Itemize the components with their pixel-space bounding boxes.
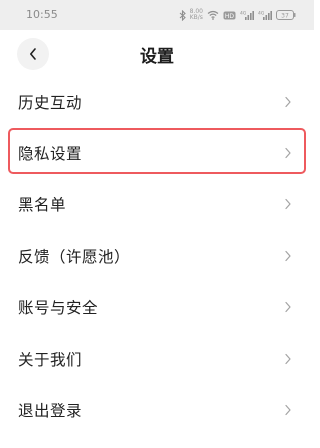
status-bar: 10:55 8.00 KB/s HD 4G 4G 37 <box>0 0 314 30</box>
hd-badge: HD <box>223 11 236 20</box>
menu-item-privacy-settings[interactable]: 隐私设置 <box>0 127 314 178</box>
menu-item-label: 历史互动 <box>18 93 83 112</box>
chevron-right-icon <box>285 199 291 210</box>
battery-level: 37 <box>281 12 289 19</box>
chevron-right-icon <box>285 302 291 313</box>
battery-icon: 37 <box>276 10 296 20</box>
header: 设置 <box>0 30 314 76</box>
net-speed-unit: KB/s <box>189 14 203 21</box>
chevron-right-icon <box>285 147 291 159</box>
menu-item-about-us[interactable]: 关于我们 <box>0 333 314 384</box>
chevron-right-icon <box>285 250 291 261</box>
page-title: 设置 <box>140 47 174 67</box>
menu-item-label: 隐私设置 <box>18 145 83 164</box>
menu-item-blacklist[interactable]: 黑名单 <box>0 179 314 230</box>
chevron-right-icon <box>285 404 291 416</box>
bluetooth-icon <box>179 9 186 21</box>
hd-label: HD <box>225 12 235 19</box>
signal-icon: 4G <box>240 10 254 20</box>
menu-item-logout[interactable]: 退出登录 <box>0 384 314 435</box>
settings-menu: 历史互动 隐私设置 黑名单 反馈（许愿池） 账号与安全 关于我们 退出登录 <box>0 76 314 436</box>
menu-item-label: 账号与安全 <box>18 299 99 318</box>
signal-label-2: 4G <box>258 11 265 17</box>
menu-item-feedback[interactable]: 反馈（许愿池） <box>0 230 314 281</box>
signal-icon-2: 4G <box>258 10 272 20</box>
chevron-right-icon <box>285 96 291 107</box>
menu-item-label: 关于我们 <box>18 350 83 369</box>
menu-item-label: 黑名单 <box>18 196 67 215</box>
signal-label: 4G <box>240 11 247 17</box>
status-time: 10:55 <box>26 8 58 21</box>
chevron-right-icon <box>285 353 291 364</box>
menu-item-label: 反馈（许愿池） <box>18 247 131 266</box>
net-speed: 8.00 KB/s <box>190 9 203 21</box>
menu-item-label: 退出登录 <box>18 402 83 421</box>
wifi-icon <box>207 10 219 20</box>
status-icons: 8.00 KB/s HD 4G 4G 37 <box>179 8 296 22</box>
menu-item-history-interaction[interactable]: 历史互动 <box>0 76 314 127</box>
menu-item-account-security[interactable]: 账号与安全 <box>0 282 314 333</box>
